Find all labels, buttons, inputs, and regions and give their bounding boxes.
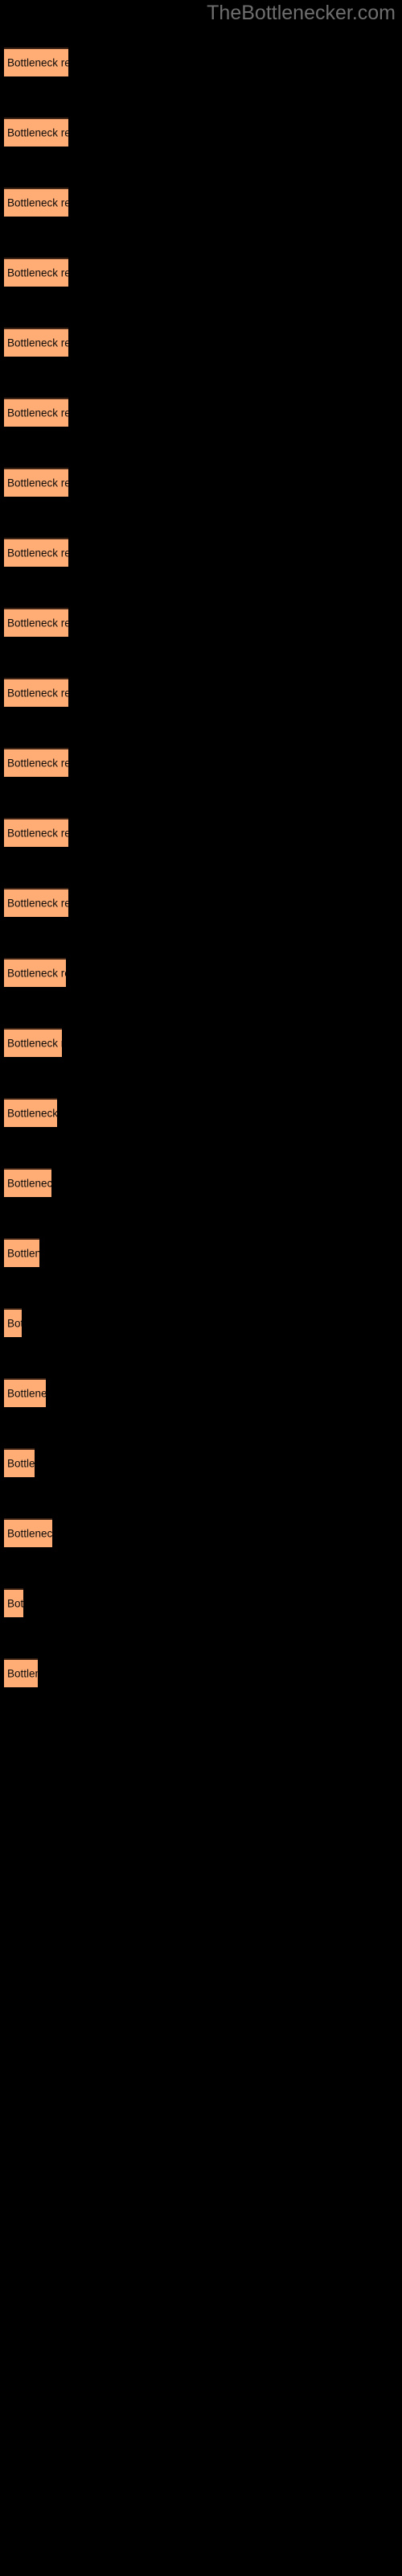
bar[interactable]: Bottleneck result: [4, 1168, 51, 1197]
bar-row: Bottleneck result: [0, 608, 402, 640]
bar[interactable]: Bottleneck result: [4, 188, 68, 217]
bar-label: Bottleneck result: [7, 336, 68, 349]
bar-label: Bottleneck result: [7, 1317, 22, 1330]
bar-label: Bottleneck result: [7, 827, 68, 840]
bar-label: Bottleneck result: [7, 1107, 57, 1120]
bar-label: Bottleneck result: [7, 1597, 23, 1610]
bar-label: Bottleneck result: [7, 1177, 51, 1190]
bar-row: Bottleneck result: [0, 328, 402, 360]
bar[interactable]: Bottleneck result: [4, 1028, 62, 1057]
bottleneck-bar-chart: Bottleneck result Bottleneck result Bottle…: [0, 0, 402, 2576]
bar[interactable]: Bottleneck result: [4, 398, 68, 427]
bar-label: Bottleneck result: [7, 617, 68, 630]
bar-label: Bottleneck result: [7, 897, 68, 910]
bar-label: Bottleneck result: [7, 407, 68, 419]
bar-label: Bottleneck result: [7, 56, 68, 69]
bar-row: Bottleneck result: [0, 47, 402, 80]
bar-row: Bottleneck result: [0, 538, 402, 570]
bar-row: Bottleneck result: [0, 1098, 402, 1130]
bar-row: Bottleneck result: [0, 1518, 402, 1550]
bar-label: Bottleneck result: [7, 196, 68, 209]
bar[interactable]: Bottleneck result: [4, 608, 68, 637]
bar-row: Bottleneck result: [0, 118, 402, 150]
bar[interactable]: Bottleneck result: [4, 468, 68, 497]
bar-row: Bottleneck result: [0, 748, 402, 780]
bar-row: Bottleneck result: [0, 1378, 402, 1410]
bar[interactable]: Bottleneck result: [4, 118, 68, 147]
bar-label: Bottleneck result: [7, 967, 66, 980]
bar-label: Bottleneck result: [7, 1457, 35, 1470]
bar[interactable]: Bottleneck result: [4, 1378, 46, 1407]
bar-row: Bottleneck result: [0, 1448, 402, 1480]
bar-row: Bottleneck result: [0, 1238, 402, 1270]
bar-row: Bottleneck result: [0, 888, 402, 920]
bar-row: Bottleneck result: [0, 958, 402, 990]
bar-label: Bottleneck result: [7, 1247, 39, 1260]
bar-row: Bottleneck result: [0, 1588, 402, 1620]
bar-label: Bottleneck result: [7, 547, 68, 559]
bar-label: Bottleneck result: [7, 687, 68, 700]
bar[interactable]: Bottleneck result: [4, 748, 68, 777]
bar[interactable]: Bottleneck result: [4, 958, 66, 987]
bar[interactable]: Bottleneck result: [4, 1518, 52, 1547]
bar[interactable]: Bottleneck result: [4, 678, 68, 707]
bar-row: Bottleneck result: [0, 1308, 402, 1340]
bar[interactable]: Bottleneck result: [4, 1308, 22, 1337]
bar[interactable]: Bottleneck result: [4, 1658, 38, 1687]
bar[interactable]: Bottleneck result: [4, 818, 68, 847]
bar[interactable]: Bottleneck result: [4, 888, 68, 917]
bar[interactable]: Bottleneck result: [4, 47, 68, 76]
bar-label: Bottleneck result: [7, 126, 68, 139]
bar-row: Bottleneck result: [0, 1168, 402, 1200]
bar[interactable]: Bottleneck result: [4, 1448, 35, 1477]
bar-row: Bottleneck result: [0, 188, 402, 220]
bar[interactable]: Bottleneck result: [4, 1588, 23, 1617]
bar-label: Bottleneck result: [7, 1037, 62, 1050]
bar-label: Bottleneck result: [7, 757, 68, 770]
bar-label: Bottleneck result: [7, 1667, 38, 1680]
bar-row: Bottleneck result: [0, 1028, 402, 1060]
bar-row: Bottleneck result: [0, 1658, 402, 1690]
bar-row: Bottleneck result: [0, 258, 402, 290]
bar-row: Bottleneck result: [0, 468, 402, 500]
bar-label: Bottleneck result: [7, 266, 68, 279]
bar-row: Bottleneck result: [0, 818, 402, 850]
bar[interactable]: Bottleneck result: [4, 1238, 39, 1267]
bar-row: Bottleneck result: [0, 678, 402, 710]
bar-label: Bottleneck result: [7, 1387, 46, 1400]
bar[interactable]: Bottleneck result: [4, 1098, 57, 1127]
bar-label: Bottleneck result: [7, 477, 68, 489]
bar[interactable]: Bottleneck result: [4, 538, 68, 567]
bar[interactable]: Bottleneck result: [4, 258, 68, 287]
bar-label: Bottleneck result: [7, 1527, 52, 1540]
bar-row: Bottleneck result: [0, 398, 402, 430]
bar[interactable]: Bottleneck result: [4, 328, 68, 357]
